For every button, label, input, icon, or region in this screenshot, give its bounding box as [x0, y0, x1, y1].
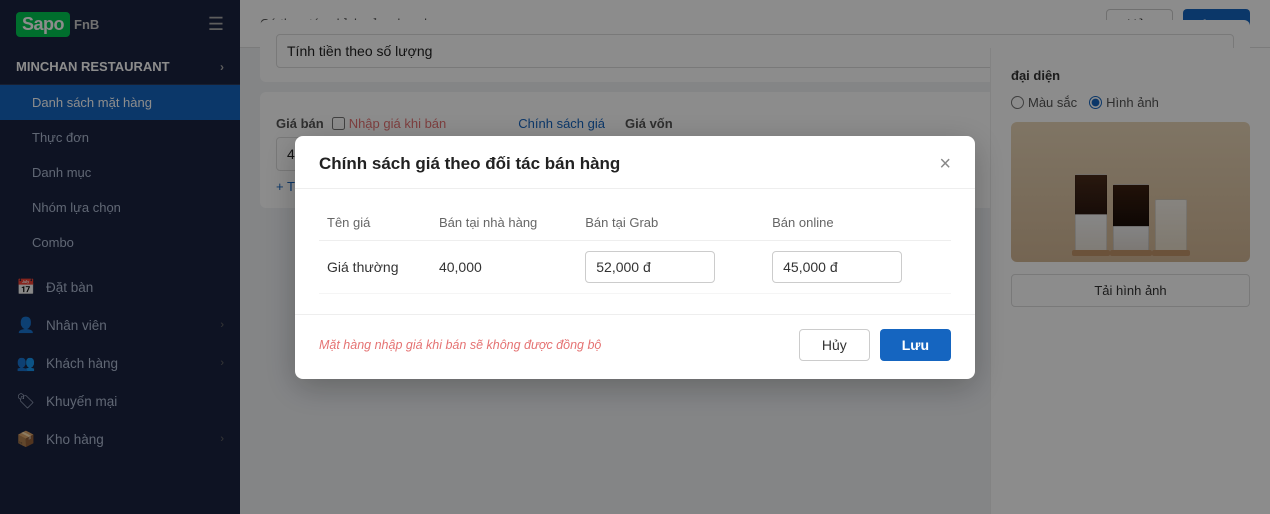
notice-suffix: sẽ không được đồng bộ [466, 338, 601, 352]
modal-body: Tên giá Bán tại nhà hàng Bán tại Grab Bá… [295, 189, 975, 314]
col-ban-tai-nha-hang: Bán tại nhà hàng [431, 209, 577, 241]
main-area: Có thao tác chỉnh sửa chưa lưu Hủy Lưu T… [240, 0, 1270, 514]
modal-title: Chính sách giá theo đối tác bán hàng [319, 154, 620, 174]
modal-save-button[interactable]: Lưu [880, 329, 951, 361]
col-ban-online: Bán online [764, 209, 951, 241]
price-table: Tên giá Bán tại nhà hàng Bán tại Grab Bá… [319, 209, 951, 294]
modal-cancel-button[interactable]: Hủy [799, 329, 870, 361]
notice-highlight: nhập giá khi bán [375, 338, 467, 352]
nha-hang-price: 40,000 [431, 240, 577, 293]
col-ban-tai-grab: Bán tại Grab [577, 209, 764, 241]
col-ten-gia: Tên giá [319, 209, 431, 241]
grab-price-input[interactable] [585, 251, 715, 283]
modal-close-button[interactable]: × [939, 154, 951, 174]
price-name: Giá thường [319, 240, 431, 293]
modal-header: Chính sách giá theo đối tác bán hàng × [295, 136, 975, 189]
notice-prefix: Mặt hàng [319, 338, 375, 352]
modal-notice: Mặt hàng nhập giá khi bán sẽ không được … [319, 338, 601, 352]
modal-overlay: Chính sách giá theo đối tác bán hàng × T… [240, 0, 1270, 514]
modal-footer-actions: Hủy Lưu [799, 329, 951, 361]
modal: Chính sách giá theo đối tác bán hàng × T… [295, 136, 975, 379]
modal-footer: Mặt hàng nhập giá khi bán sẽ không được … [295, 314, 975, 379]
table-row: Giá thường 40,000 [319, 240, 951, 293]
online-price-input[interactable] [772, 251, 902, 283]
grab-price-cell [577, 240, 764, 293]
online-price-cell [764, 240, 951, 293]
